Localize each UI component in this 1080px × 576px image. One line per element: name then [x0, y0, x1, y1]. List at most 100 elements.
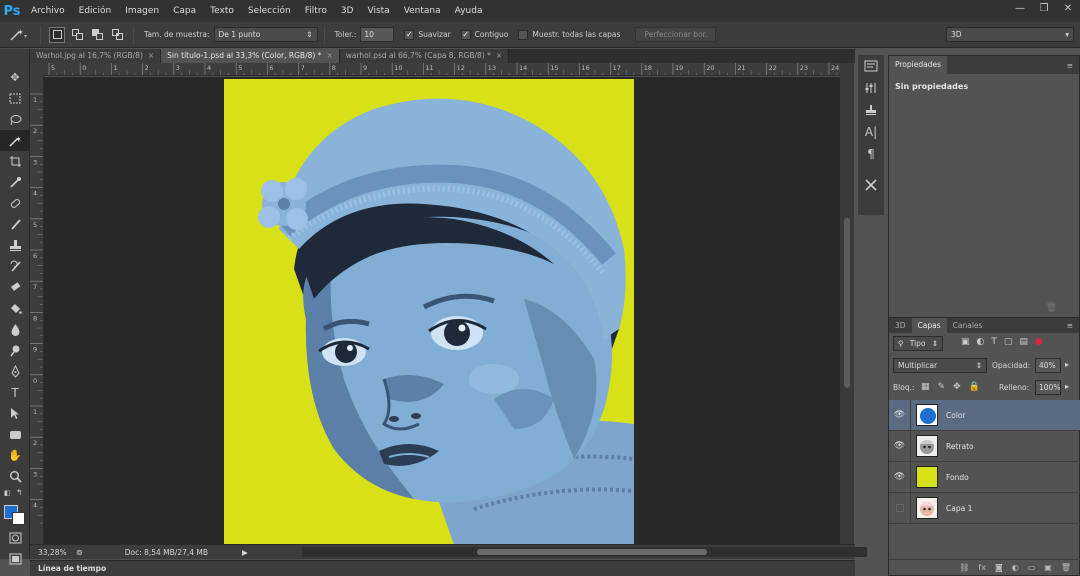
close-icon[interactable]: × [326, 51, 332, 60]
clone-source-panel-button[interactable] [858, 99, 884, 121]
blend-mode-select[interactable]: Multiplicar ⇕ [893, 358, 987, 373]
adjustments-panel-button[interactable] [858, 77, 884, 99]
layer-filter-select[interactable]: ⚲ Tipo ⇕ [893, 336, 943, 351]
marquee-tool[interactable] [0, 88, 30, 109]
healing-brush-tool[interactable] [0, 193, 30, 214]
eye-icon[interactable]: 👁 [889, 430, 911, 462]
menu-edicion[interactable]: Edición [72, 0, 119, 22]
tab-3d[interactable]: 3D [889, 318, 912, 333]
menu-filtro[interactable]: Filtro [298, 0, 334, 22]
sample-size-select[interactable]: De 1 punto ⇕ [213, 27, 318, 42]
add-selection-button[interactable] [69, 27, 85, 43]
character-panel-button[interactable]: A| [858, 121, 884, 143]
layer-row-color[interactable]: 👁 Color [889, 399, 1080, 431]
restore-button[interactable]: ❐ [1032, 0, 1056, 17]
shape-filter-icon[interactable]: ▢ [1004, 337, 1013, 347]
vertical-scrollbar[interactable] [840, 63, 854, 544]
tab-canales[interactable]: Canales [947, 318, 989, 333]
status-menu-arrow-icon[interactable]: ▶ [242, 548, 248, 557]
swap-colors-icon[interactable]: ↰ [16, 488, 23, 497]
path-selection-tool[interactable] [0, 403, 30, 424]
scrollbar-thumb[interactable] [844, 218, 850, 388]
tolerance-input[interactable]: 10 [360, 27, 395, 42]
lock-position-icon[interactable]: ✥ [953, 382, 961, 392]
quick-mask-tool[interactable] [0, 527, 30, 548]
background-color-swatch[interactable] [12, 512, 25, 525]
smart-object-filter-icon[interactable]: ▤ [1019, 337, 1028, 347]
layer-style-icon[interactable]: fx [978, 563, 986, 572]
lock-all-icon[interactable]: 🔒 [969, 382, 980, 392]
layer-row-fondo[interactable]: 👁 Fondo [889, 461, 1080, 493]
close-window-button[interactable]: ✕ [1056, 0, 1080, 17]
panel-menu-icon[interactable]: ≡ [1067, 321, 1073, 330]
menu-ventana[interactable]: Ventana [397, 0, 448, 22]
menu-3d[interactable]: 3D [334, 0, 361, 22]
workspace-select[interactable]: 3D ▾ [946, 27, 1074, 42]
new-adjustment-icon[interactable]: ◐ [1012, 563, 1019, 572]
eyedropper-tool[interactable] [0, 172, 30, 193]
add-mask-icon[interactable]: ◙ [995, 563, 1003, 572]
menu-archivo[interactable]: Archivo [24, 0, 72, 22]
tab-warhol-psd[interactable]: warhol.psd al 66,7% (Capa 8, RGB/8) * × [339, 49, 510, 63]
move-tool[interactable]: ✥ [0, 67, 30, 88]
panel-menu-icon[interactable]: ≡ [1067, 61, 1073, 70]
brush-tool[interactable] [0, 214, 30, 235]
tab-propiedades[interactable]: Propiedades [889, 56, 947, 74]
intersect-selection-button[interactable] [109, 27, 125, 43]
menu-vista[interactable]: Vista [360, 0, 396, 22]
minimize-button[interactable]: — [1008, 0, 1032, 17]
tab-capas[interactable]: Capas [911, 318, 947, 333]
share-icon[interactable]: ⊚ [76, 548, 83, 557]
eraser-tool[interactable] [0, 277, 30, 298]
new-group-icon[interactable]: ▭ [1028, 563, 1036, 572]
magic-wand-tool[interactable]: ✶ [0, 130, 30, 151]
close-icon[interactable]: × [496, 51, 502, 60]
link-layers-icon[interactable]: ⛓ [959, 563, 969, 572]
lasso-tool[interactable] [0, 109, 30, 130]
contiguous-checkbox[interactable]: ✓ Contiguo [460, 29, 508, 40]
pixel-filter-icon[interactable]: ▣ [961, 337, 970, 347]
hand-tool[interactable]: ✋ [0, 445, 30, 466]
magic-wand-preset-picker[interactable]: ✶ ▾ [6, 27, 32, 43]
filter-toggle-icon[interactable]: ● [1035, 337, 1043, 347]
eye-icon[interactable]: 👁 [889, 461, 911, 493]
horizontal-scrollbar[interactable] [302, 547, 867, 557]
history-brush-tool[interactable] [0, 256, 30, 277]
shape-tool[interactable] [0, 424, 30, 445]
opacity-input[interactable]: 40% [1035, 358, 1061, 373]
zoom-tool[interactable] [0, 466, 30, 487]
scrollbar-thumb[interactable] [477, 549, 707, 555]
adjustment-filter-icon[interactable]: ◐ [977, 337, 985, 347]
menu-capa[interactable]: Capa [166, 0, 203, 22]
lock-pixels-icon[interactable]: ✎ [938, 382, 946, 392]
menu-texto[interactable]: Texto [203, 0, 241, 22]
tool-presets-panel-button[interactable] [858, 173, 884, 195]
tab-warhol-jpg[interactable]: Warhol.jpg al 16,7% (RGB/8) × [30, 49, 162, 63]
paint-bucket-tool[interactable] [0, 298, 30, 319]
hidden-eye-icon[interactable] [889, 492, 911, 524]
menu-ayuda[interactable]: Ayuda [448, 0, 490, 22]
layer-row-capa-1[interactable]: Capa 1 [889, 492, 1080, 524]
type-tool[interactable]: T [0, 382, 30, 403]
blur-tool[interactable] [0, 319, 30, 340]
tab-sin-titulo[interactable]: Sin título-1.psd al 33,3% (Color, RGB/8)… [161, 49, 340, 63]
delete-layer-icon[interactable]: 🗑 [1061, 563, 1071, 572]
smooth-checkbox[interactable]: ✓ Suavizar [404, 29, 451, 40]
sample-all-layers-checkbox[interactable]: Muestr. todas las capas [518, 29, 620, 40]
dodge-tool[interactable] [0, 340, 30, 361]
new-layer-icon[interactable]: ▣ [1044, 563, 1052, 572]
lock-transparent-icon[interactable]: ▦ [921, 382, 930, 392]
menu-imagen[interactable]: Imagen [118, 0, 166, 22]
type-filter-icon[interactable]: T [991, 337, 997, 347]
document-canvas[interactable] [224, 79, 634, 544]
paragraph-panel-button[interactable]: ¶ [858, 143, 884, 165]
layer-row-retrato[interactable]: 👁 Retrato [889, 430, 1080, 462]
new-selection-button[interactable] [49, 26, 65, 43]
refine-edge-button[interactable]: Perfeccionar bor. [635, 27, 717, 42]
screen-mode-tool[interactable] [0, 548, 30, 569]
fill-slider-arrow-icon[interactable]: ▸ [1065, 382, 1069, 391]
opacity-slider-arrow-icon[interactable]: ▸ [1065, 360, 1069, 369]
pen-tool[interactable] [0, 361, 30, 382]
default-colors-icon[interactable]: ◧ [4, 489, 11, 497]
crop-tool[interactable] [0, 151, 30, 172]
